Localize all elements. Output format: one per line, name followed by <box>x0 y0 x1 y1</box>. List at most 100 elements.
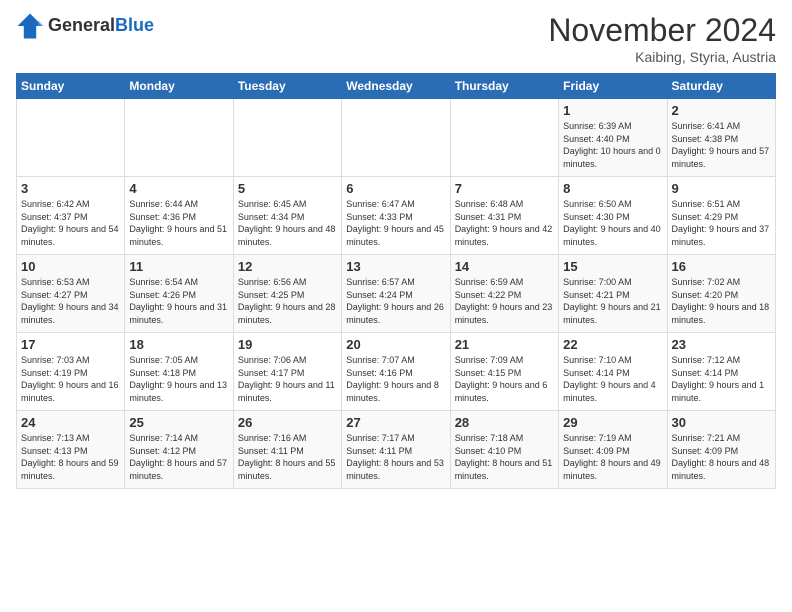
day-info: Sunrise: 7:07 AM Sunset: 4:16 PM Dayligh… <box>346 354 445 404</box>
table-row: 21 Sunrise: 7:09 AM Sunset: 4:15 PM Dayli… <box>450 333 558 411</box>
day-info: Sunrise: 7:02 AM Sunset: 4:20 PM Dayligh… <box>672 276 771 326</box>
day-info: Sunrise: 6:53 AM Sunset: 4:27 PM Dayligh… <box>21 276 120 326</box>
day-info: Sunrise: 7:03 AM Sunset: 4:19 PM Dayligh… <box>21 354 120 404</box>
day-number: 20 <box>346 337 445 352</box>
table-row: 8 Sunrise: 6:50 AM Sunset: 4:30 PM Daylig… <box>559 177 667 255</box>
table-row: 20 Sunrise: 7:07 AM Sunset: 4:16 PM Dayli… <box>342 333 450 411</box>
day-info: Sunrise: 6:45 AM Sunset: 4:34 PM Dayligh… <box>238 198 337 248</box>
table-row <box>342 99 450 177</box>
day-number: 30 <box>672 415 771 430</box>
table-row: 6Sunrise: 6:47 AM Sunset: 4:33 PM Daylig… <box>342 177 450 255</box>
col-sunday: Sunday <box>17 74 125 99</box>
table-row: 1 Sunrise: 6:39 AM Sunset: 4:40 PM Daylig… <box>559 99 667 177</box>
calendar-table: Sunday Monday Tuesday Wednesday Thursday… <box>16 73 776 489</box>
table-row <box>125 99 233 177</box>
table-row: 24 Sunrise: 7:13 AM Sunset: 4:13 PM Dayli… <box>17 411 125 489</box>
table-row: 22 Sunrise: 7:10 AM Sunset: 4:14 PM Dayli… <box>559 333 667 411</box>
table-row: 30 Sunrise: 7:21 AM Sunset: 4:09 PM Dayli… <box>667 411 775 489</box>
day-info: Sunrise: 7:18 AM Sunset: 4:10 PM Dayligh… <box>455 432 554 482</box>
page-container: GeneralBlue November 2024 Kaibing, Styri… <box>0 0 792 497</box>
table-row: 11 Sunrise: 6:54 AM Sunset: 4:26 PM Dayli… <box>125 255 233 333</box>
logo-icon <box>16 12 44 40</box>
day-number: 26 <box>238 415 337 430</box>
day-number: 21 <box>455 337 554 352</box>
month-title: November 2024 <box>548 12 776 49</box>
day-info: Sunrise: 6:57 AM Sunset: 4:24 PM Dayligh… <box>346 276 445 326</box>
logo-general: General <box>48 15 115 35</box>
day-number: 16 <box>672 259 771 274</box>
day-number: 15 <box>563 259 662 274</box>
day-number: 14 <box>455 259 554 274</box>
day-info: Sunrise: 6:47 AM Sunset: 4:33 PM Dayligh… <box>346 198 445 248</box>
calendar-week-2: 3Sunrise: 6:42 AM Sunset: 4:37 PM Daylig… <box>17 177 776 255</box>
day-info: Sunrise: 7:14 AM Sunset: 4:12 PM Dayligh… <box>129 432 228 482</box>
logo: GeneralBlue <box>16 12 154 40</box>
day-number: 8 <box>563 181 662 196</box>
location-subtitle: Kaibing, Styria, Austria <box>548 49 776 65</box>
day-number: 19 <box>238 337 337 352</box>
day-info: Sunrise: 7:00 AM Sunset: 4:21 PM Dayligh… <box>563 276 662 326</box>
day-number: 13 <box>346 259 445 274</box>
table-row: 5 Sunrise: 6:45 AM Sunset: 4:34 PM Daylig… <box>233 177 341 255</box>
day-info: Sunrise: 7:13 AM Sunset: 4:13 PM Dayligh… <box>21 432 120 482</box>
day-number: 22 <box>563 337 662 352</box>
day-info: Sunrise: 7:09 AM Sunset: 4:15 PM Dayligh… <box>455 354 554 404</box>
day-number: 11 <box>129 259 228 274</box>
day-info: Sunrise: 6:51 AM Sunset: 4:29 PM Dayligh… <box>672 198 771 248</box>
calendar-week-4: 17 Sunrise: 7:03 AM Sunset: 4:19 PM Dayli… <box>17 333 776 411</box>
day-info: Sunrise: 6:56 AM Sunset: 4:25 PM Dayligh… <box>238 276 337 326</box>
table-row <box>450 99 558 177</box>
table-row: 28Sunrise: 7:18 AM Sunset: 4:10 PM Dayli… <box>450 411 558 489</box>
day-number: 23 <box>672 337 771 352</box>
col-saturday: Saturday <box>667 74 775 99</box>
logo-blue: Blue <box>115 15 154 35</box>
day-number: 27 <box>346 415 445 430</box>
day-number: 1 <box>563 103 662 118</box>
table-row: 10 Sunrise: 6:53 AM Sunset: 4:27 PM Dayli… <box>17 255 125 333</box>
calendar-week-1: 1 Sunrise: 6:39 AM Sunset: 4:40 PM Daylig… <box>17 99 776 177</box>
table-row: 18 Sunrise: 7:05 AM Sunset: 4:18 PM Dayli… <box>125 333 233 411</box>
day-info: Sunrise: 7:05 AM Sunset: 4:18 PM Dayligh… <box>129 354 228 404</box>
day-number: 3 <box>21 181 120 196</box>
day-info: Sunrise: 7:21 AM Sunset: 4:09 PM Dayligh… <box>672 432 771 482</box>
day-number: 25 <box>129 415 228 430</box>
day-info: Sunrise: 6:50 AM Sunset: 4:30 PM Dayligh… <box>563 198 662 248</box>
day-info: Sunrise: 7:10 AM Sunset: 4:14 PM Dayligh… <box>563 354 662 404</box>
day-info: Sunrise: 6:48 AM Sunset: 4:31 PM Dayligh… <box>455 198 554 248</box>
calendar-week-5: 24 Sunrise: 7:13 AM Sunset: 4:13 PM Dayli… <box>17 411 776 489</box>
table-row: 12 Sunrise: 6:56 AM Sunset: 4:25 PM Dayli… <box>233 255 341 333</box>
day-number: 29 <box>563 415 662 430</box>
day-number: 12 <box>238 259 337 274</box>
title-block: November 2024 Kaibing, Styria, Austria <box>548 12 776 65</box>
col-wednesday: Wednesday <box>342 74 450 99</box>
page-header: GeneralBlue November 2024 Kaibing, Styri… <box>16 12 776 65</box>
day-info: Sunrise: 6:59 AM Sunset: 4:22 PM Dayligh… <box>455 276 554 326</box>
day-number: 17 <box>21 337 120 352</box>
day-info: Sunrise: 6:39 AM Sunset: 4:40 PM Dayligh… <box>563 120 662 170</box>
table-row: 26Sunrise: 7:16 AM Sunset: 4:11 PM Dayli… <box>233 411 341 489</box>
col-monday: Monday <box>125 74 233 99</box>
col-tuesday: Tuesday <box>233 74 341 99</box>
table-row: 15 Sunrise: 7:00 AM Sunset: 4:21 PM Dayli… <box>559 255 667 333</box>
table-row: 27 Sunrise: 7:17 AM Sunset: 4:11 PM Dayli… <box>342 411 450 489</box>
day-number: 5 <box>238 181 337 196</box>
day-number: 24 <box>21 415 120 430</box>
day-info: Sunrise: 6:41 AM Sunset: 4:38 PM Dayligh… <box>672 120 771 170</box>
col-thursday: Thursday <box>450 74 558 99</box>
table-row: 7Sunrise: 6:48 AM Sunset: 4:31 PM Daylig… <box>450 177 558 255</box>
day-info: Sunrise: 7:19 AM Sunset: 4:09 PM Dayligh… <box>563 432 662 482</box>
table-row: 9Sunrise: 6:51 AM Sunset: 4:29 PM Daylig… <box>667 177 775 255</box>
day-info: Sunrise: 7:17 AM Sunset: 4:11 PM Dayligh… <box>346 432 445 482</box>
day-number: 18 <box>129 337 228 352</box>
day-number: 4 <box>129 181 228 196</box>
table-row: 25 Sunrise: 7:14 AM Sunset: 4:12 PM Dayli… <box>125 411 233 489</box>
day-info: Sunrise: 6:44 AM Sunset: 4:36 PM Dayligh… <box>129 198 228 248</box>
calendar-week-3: 10 Sunrise: 6:53 AM Sunset: 4:27 PM Dayli… <box>17 255 776 333</box>
day-info: Sunrise: 6:54 AM Sunset: 4:26 PM Dayligh… <box>129 276 228 326</box>
table-row <box>17 99 125 177</box>
table-row: 14 Sunrise: 6:59 AM Sunset: 4:22 PM Dayli… <box>450 255 558 333</box>
day-number: 10 <box>21 259 120 274</box>
day-number: 2 <box>672 103 771 118</box>
calendar-header-row: Sunday Monday Tuesday Wednesday Thursday… <box>17 74 776 99</box>
logo-text: GeneralBlue <box>48 16 154 36</box>
